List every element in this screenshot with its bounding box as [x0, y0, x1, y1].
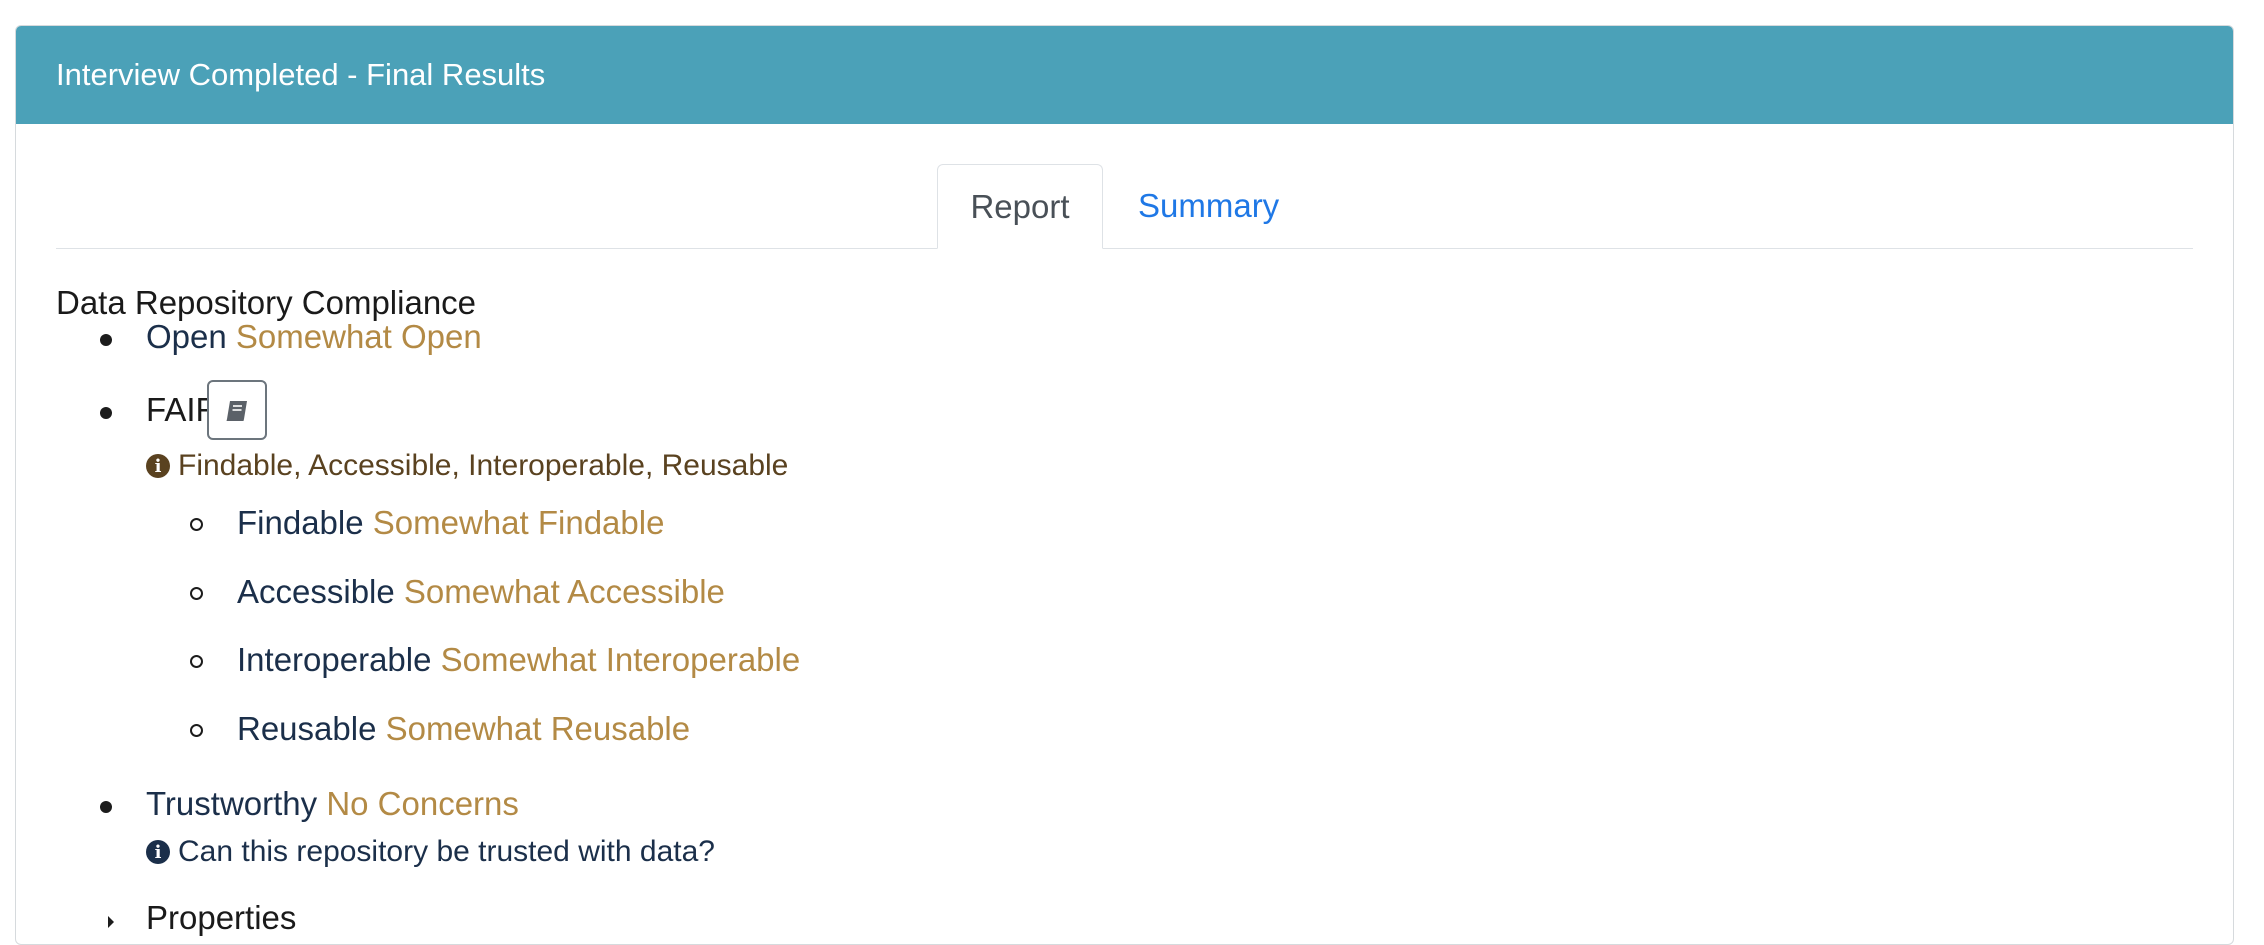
- item-label: Trustworthy: [146, 785, 318, 822]
- item-label: Properties: [146, 899, 297, 936]
- sub-item-interoperable: Interoperable Somewhat Interoperable: [237, 641, 800, 679]
- info-icon: i: [146, 840, 170, 864]
- item-label: Reusable: [237, 710, 377, 747]
- bullet-icon: [100, 407, 112, 419]
- book-icon: [226, 401, 247, 421]
- caret-right-icon[interactable]: [108, 916, 114, 928]
- sub-item-reusable: Reusable Somewhat Reusable: [237, 710, 690, 748]
- status-text: Somewhat Findable: [372, 504, 665, 541]
- list-item-properties[interactable]: Properties: [146, 899, 296, 937]
- list-item-trustworthy: Trustworthy No Concerns: [146, 785, 519, 823]
- sub-item-accessible: Accessible Somewhat Accessible: [237, 573, 725, 611]
- fair-info-text: Findable, Accessible, Interoperable, Reu…: [178, 449, 789, 482]
- status-text: Somewhat Accessible: [403, 573, 725, 610]
- status-text: Somewhat Interoperable: [440, 641, 801, 678]
- item-label: Interoperable: [237, 641, 432, 678]
- list-item-open: Open Somewhat Open: [146, 318, 482, 356]
- item-label: Findable: [237, 504, 364, 541]
- circle-bullet-icon: [190, 587, 203, 600]
- status-text: No Concerns: [326, 785, 519, 822]
- bullet-icon: [100, 334, 112, 346]
- tab-bar: Report Summary: [56, 164, 2193, 249]
- tab-summary[interactable]: Summary: [1138, 164, 1279, 248]
- bullet-icon: [100, 801, 112, 813]
- fair-info: i Findable, Accessible, Interoperable, R…: [146, 449, 788, 483]
- item-label: Open: [146, 318, 227, 355]
- section-title: Data Repository Compliance: [56, 284, 477, 321]
- header-title: Interview Completed - Final Results: [56, 57, 546, 92]
- trustworthy-info: i Can this repository be trusted with da…: [146, 835, 715, 869]
- status-text: Somewhat Open: [235, 318, 482, 355]
- sub-item-findable: Findable Somewhat Findable: [237, 504, 664, 542]
- trustworthy-info-text: Can this repository be trusted with data…: [178, 835, 715, 868]
- circle-bullet-icon: [190, 518, 203, 531]
- status-text: Somewhat Reusable: [385, 710, 691, 747]
- info-icon: i: [146, 454, 170, 478]
- card-header: Interview Completed - Final Results: [16, 26, 2233, 124]
- circle-bullet-icon: [190, 724, 203, 737]
- circle-bullet-icon: [190, 655, 203, 668]
- fair-info-button[interactable]: [207, 380, 267, 440]
- item-label: Accessible: [237, 573, 395, 610]
- tab-report[interactable]: Report: [937, 164, 1103, 249]
